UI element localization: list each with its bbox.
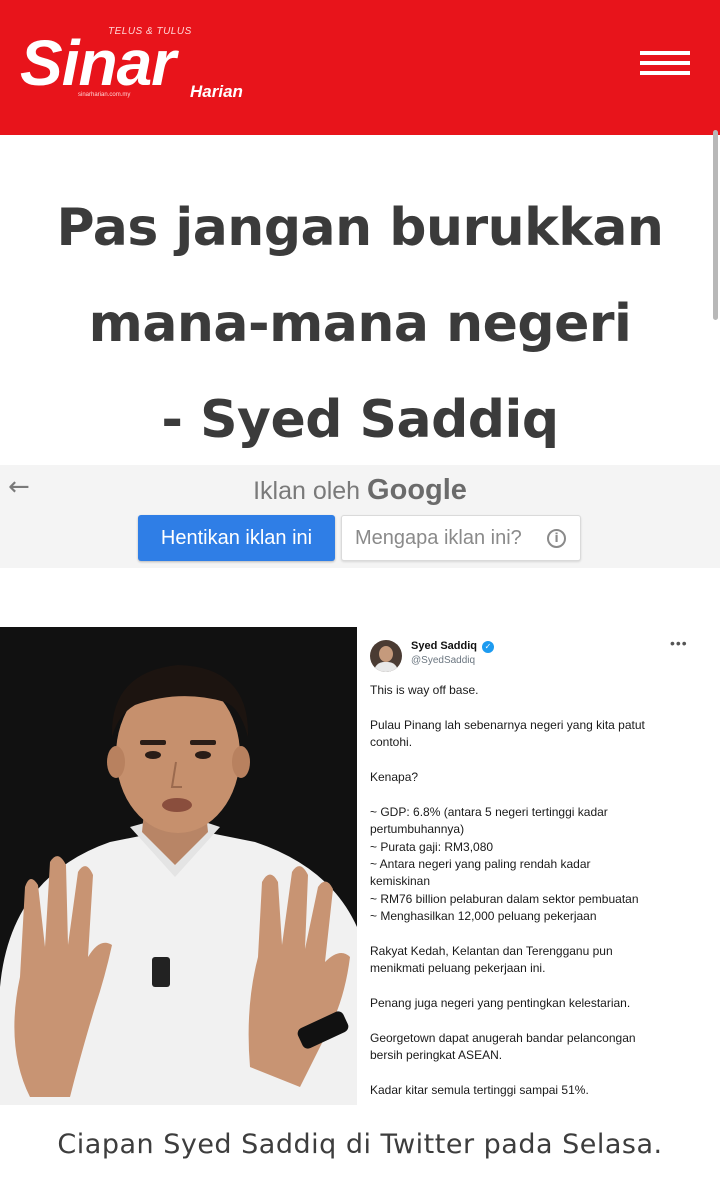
headline-line: mana-mana negeri xyxy=(88,294,632,354)
why-this-ad-label: Mengapa iklan ini? xyxy=(355,527,522,549)
logo-subtitle: Harian xyxy=(190,82,243,101)
tweet-author-name[interactable]: Syed Saddiq xyxy=(411,640,477,652)
verified-badge-icon: ✓ xyxy=(482,641,494,653)
tweet-line xyxy=(370,699,715,716)
site-logo[interactable]: TELUS & TULUS Sinar sinarharian.com.my H… xyxy=(20,20,250,110)
tweet-author-handle[interactable]: @SyedSaddiq xyxy=(411,655,475,666)
hamburger-menu-icon[interactable] xyxy=(638,48,692,82)
tweet-line: pertumbuhannya) xyxy=(370,822,465,837)
tweet-line: This is way off base. xyxy=(370,683,479,697)
tweet-line: kemiskinan xyxy=(370,874,431,889)
google-logo: Google xyxy=(367,474,467,506)
tweet-line: contohi. xyxy=(370,735,413,750)
tweet-line: ~ Purata gaji: RM3,080 xyxy=(370,839,494,854)
tweet-line: ~ GDP: 6.8% (antara 5 negeri tertinggi k… xyxy=(370,804,608,819)
info-icon: i xyxy=(547,529,566,548)
stop-ad-button[interactable]: Hentikan iklan ini xyxy=(138,515,335,561)
tweet-line xyxy=(370,1012,715,1029)
embedded-tweet: Syed Saddiq ✓ @SyedSaddiq ••• This is wa… xyxy=(357,627,720,1105)
ad-feedback-panel: ← Iklan oleh Google Hentikan iklan ini M… xyxy=(0,465,720,568)
headline-line: - Syed Saddiq xyxy=(161,390,559,450)
tweet-line: ~ Menghasilkan 12,000 peluang pekerjaan xyxy=(370,909,597,924)
avatar[interactable] xyxy=(370,640,402,672)
article-photo xyxy=(0,627,357,1105)
image-caption: Ciapan Syed Saddiq di Twitter pada Selas… xyxy=(57,1129,663,1160)
tweet-line: menikmati peluang pekerjaan ini. xyxy=(370,961,546,976)
ad-title: Iklan oleh Google xyxy=(0,473,720,508)
ad-title-prefix: Iklan oleh xyxy=(253,477,361,505)
tweet-line: ~ Antara negeri yang paling rendah kadar xyxy=(370,856,591,871)
tweet-line: Kenapa? xyxy=(370,769,419,784)
tweet-line: bersih peringkat ASEAN. xyxy=(370,1048,503,1063)
site-header: TELUS & TULUS Sinar sinarharian.com.my H… xyxy=(0,0,720,135)
tweet-line: ~ RM76 billion pelaburan dalam sektor pe… xyxy=(370,891,639,906)
logo-wordmark: Sinar xyxy=(20,27,176,99)
tweet-text: This is way off base. Pulau Pinang lah s… xyxy=(370,682,715,1099)
tweet-line: Georgetown dapat anugerah bandar pelanco… xyxy=(370,1030,636,1045)
tweet-line: Penang juga negeri yang pentingkan keles… xyxy=(370,996,631,1011)
more-options-icon[interactable]: ••• xyxy=(670,635,688,651)
tweet-line xyxy=(370,978,715,995)
tweet-line xyxy=(370,752,715,769)
tweet-line xyxy=(370,786,715,803)
tweet-line: Kadar kitar semula tertinggi sampai 51%. xyxy=(370,1082,589,1097)
why-this-ad-button[interactable]: Mengapa iklan ini? i xyxy=(341,515,581,561)
tweet-line xyxy=(370,925,715,942)
headline-line: Pas jangan burukkan xyxy=(56,198,664,258)
tweet-line: Pulau Pinang lah sebenarnya negeri yang … xyxy=(370,717,645,732)
tweet-line: Rakyat Kedah, Kelantan dan Terengganu pu… xyxy=(370,943,613,958)
page-scrollbar[interactable] xyxy=(713,130,718,320)
tweet-line xyxy=(370,1065,715,1082)
article-headline: Pas jangan burukkan mana-mana negeri - S… xyxy=(20,180,700,468)
logo-url: sinarharian.com.my xyxy=(78,92,131,98)
person-photo-illustration xyxy=(0,627,357,1105)
